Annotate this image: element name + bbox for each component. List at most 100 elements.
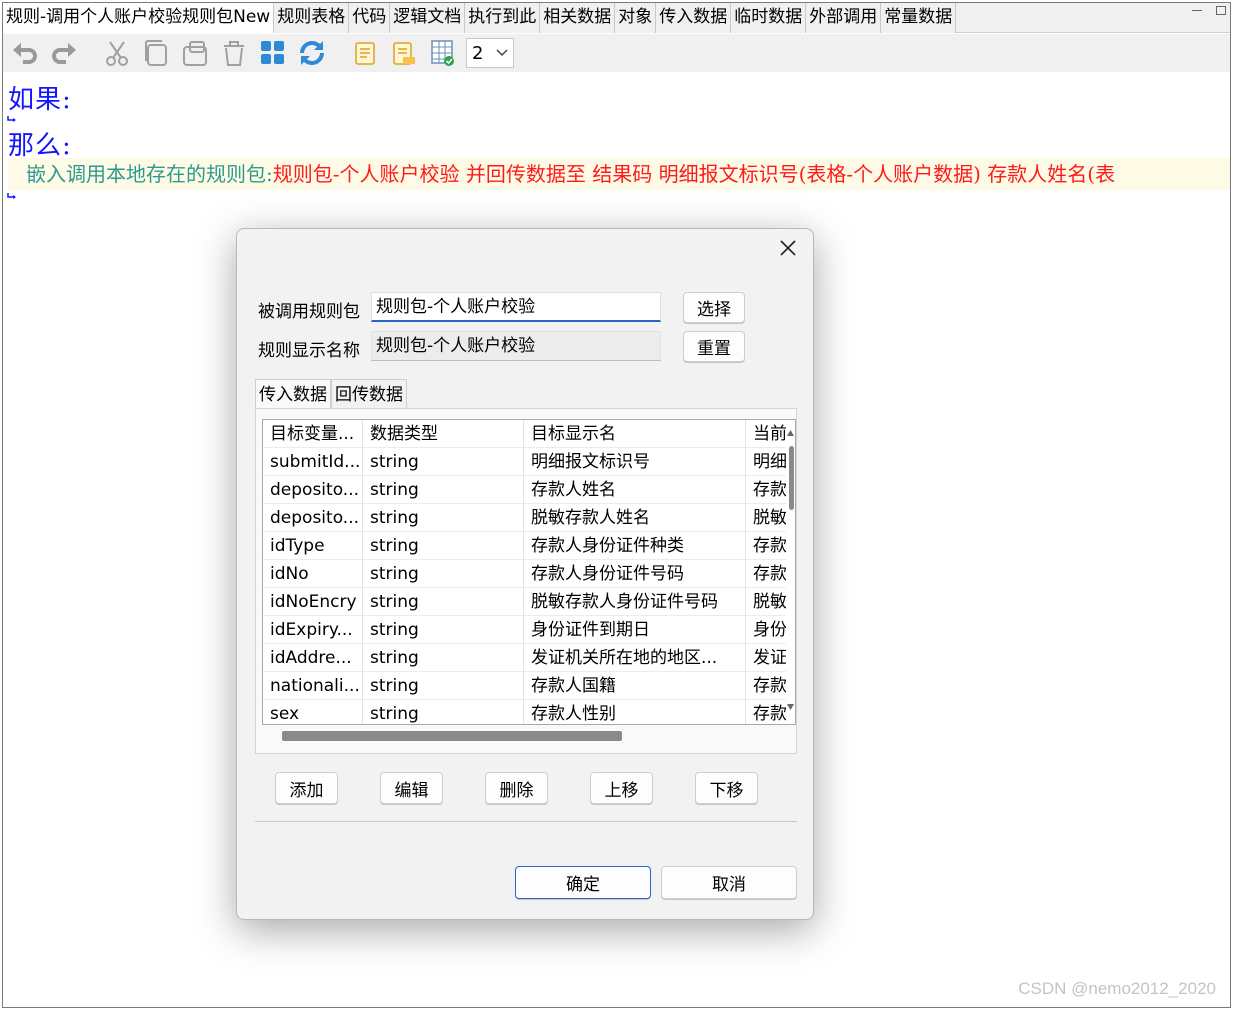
zoom-value: 2: [472, 42, 484, 64]
close-icon[interactable]: [775, 235, 801, 261]
table-row[interactable]: deposito... string 存款人姓名 存款: [263, 476, 786, 504]
table-row[interactable]: sex string 存款人性别 存款: [263, 700, 786, 724]
tab-run-to-here[interactable]: 执行到此: [465, 3, 541, 33]
display-name-cell: 身份证件到期日: [524, 616, 746, 644]
display-name-field[interactable]: 规则包-个人账户校验: [371, 331, 661, 361]
data-type-cell: string: [363, 504, 524, 532]
data-type-cell: string: [363, 588, 524, 616]
apps-icon[interactable]: [253, 36, 292, 70]
maximize-icon[interactable]: [1216, 6, 1226, 15]
action-line[interactable]: 嵌入调用本地存在的规则包:规则包-个人账户校验 并回传数据至 结果码 明细报文标…: [8, 158, 1230, 190]
display-name-cell: 存款人性别: [524, 700, 746, 724]
tab-external-call[interactable]: 外部调用: [806, 3, 882, 33]
display-name-label: 规则显示名称: [258, 341, 360, 361]
table-row[interactable]: idNoEncry string 脱敏存款人身份证件号码 脱敏: [263, 588, 786, 616]
copy-icon[interactable]: [136, 36, 175, 70]
insert-marker-icon[interactable]: [7, 115, 17, 123]
undo-icon[interactable]: [5, 36, 44, 70]
data-type-cell: string: [363, 700, 524, 724]
add-button[interactable]: 添加: [275, 772, 338, 804]
display-name-cell: 脱敏存款人身份证件号码: [524, 588, 746, 616]
data-type-cell: string: [363, 476, 524, 504]
tab-input-data[interactable]: 传入数据: [255, 379, 331, 409]
window-controls: [1192, 3, 1226, 15]
tab-object[interactable]: 对象: [615, 3, 657, 33]
table-row[interactable]: nationali... string 存款人国籍 存款: [263, 672, 786, 700]
scroll-down-icon[interactable]: [787, 704, 794, 710]
horizontal-scroll-thumb[interactable]: [282, 731, 622, 741]
delete-button[interactable]: 删除: [485, 772, 548, 804]
called-package-label: 被调用规则包: [258, 302, 360, 322]
refresh-icon[interactable]: [292, 36, 331, 70]
dialog-divider: [255, 821, 797, 822]
then-keyword[interactable]: 那么:: [8, 125, 72, 162]
tab-code[interactable]: 代码: [349, 3, 391, 33]
current-value-cell: 脱敏: [746, 504, 786, 532]
tab-constant-data[interactable]: 常量数据: [881, 3, 957, 33]
vertical-scroll-thumb[interactable]: [789, 446, 794, 510]
reset-button[interactable]: 重置: [683, 331, 745, 362]
chevron-down-icon: [496, 49, 508, 57]
tab-rule[interactable]: 规则-调用个人账户校验规则包New: [3, 3, 275, 33]
tab-bar: 规则-调用个人账户校验规则包New 规则表格 代码 逻辑文档 执行到此 相关数据…: [3, 3, 1230, 33]
tab-rule-table[interactable]: 规则表格: [274, 3, 350, 33]
call-rule-package-dialog: 被调用规则包 规则包-个人账户校验 选择 规则显示名称 规则包-个人账户校验 重…: [236, 228, 814, 920]
table-row[interactable]: deposito... string 脱敏存款人姓名 脱敏: [263, 504, 786, 532]
tab-related-data[interactable]: 相关数据: [540, 3, 616, 33]
column-header[interactable]: 数据类型: [363, 420, 524, 448]
paste-icon[interactable]: [175, 36, 214, 70]
current-value-cell: 明细: [746, 448, 786, 476]
doc-icon[interactable]: [345, 36, 384, 70]
ok-button[interactable]: 确定: [515, 866, 651, 899]
doc-edit-icon[interactable]: [384, 36, 423, 70]
display-name-cell: 存款人身份证件种类: [524, 532, 746, 560]
toolbar: 2: [3, 34, 1230, 72]
insert-marker-icon[interactable]: [7, 192, 17, 200]
data-type-cell: string: [363, 448, 524, 476]
table-row[interactable]: submitId... string 明细报文标识号 明细: [263, 448, 786, 476]
zoom-select[interactable]: 2: [466, 38, 514, 68]
tab-input-data[interactable]: 传入数据: [656, 3, 732, 33]
vertical-scrollbar[interactable]: [787, 420, 795, 724]
table-row[interactable]: idAddre... string 发证机关所在地的地区... 发证: [263, 644, 786, 672]
display-name-cell: 存款人国籍: [524, 672, 746, 700]
current-value-cell: 存款: [746, 700, 786, 724]
mapping-table[interactable]: 目标变量... 数据类型 目标显示名 当前 submitId... string…: [262, 419, 796, 725]
action-prefix: 嵌入调用本地存在的规则包:: [26, 162, 273, 186]
minimize-icon[interactable]: [1192, 1, 1202, 11]
target-variable-cell: idType: [263, 532, 363, 560]
dialog-titlebar: [237, 229, 813, 265]
column-header[interactable]: 目标显示名: [524, 420, 746, 448]
scroll-up-icon[interactable]: [787, 430, 794, 436]
data-subtabs: 传入数据 回传数据: [255, 379, 407, 409]
if-keyword[interactable]: 如果:: [8, 79, 72, 116]
move-up-button[interactable]: 上移: [590, 772, 653, 804]
column-header[interactable]: 目标变量...: [263, 420, 363, 448]
tab-return-data[interactable]: 回传数据: [331, 379, 407, 409]
select-button[interactable]: 选择: [683, 292, 745, 323]
watermark: CSDN @nemo2012_2020: [1018, 979, 1216, 998]
column-header[interactable]: 当前: [746, 420, 786, 448]
table-row[interactable]: idNo string 存款人身份证件号码 存款: [263, 560, 786, 588]
display-name-cell: 明细报文标识号: [524, 448, 746, 476]
cut-icon[interactable]: [97, 36, 136, 70]
action-text[interactable]: 规则包-个人账户校验 并回传数据至 结果码 明细报文标识号(表格-个人账户数据)…: [273, 162, 1115, 186]
cancel-button[interactable]: 取消: [661, 866, 797, 899]
edit-button[interactable]: 编辑: [380, 772, 443, 804]
table-check-icon[interactable]: [423, 36, 462, 70]
delete-icon[interactable]: [214, 36, 253, 70]
move-down-button[interactable]: 下移: [695, 772, 758, 804]
redo-icon[interactable]: [44, 36, 83, 70]
display-name-cell: 发证机关所在地的地区...: [524, 644, 746, 672]
data-type-cell: string: [363, 644, 524, 672]
table-row[interactable]: idType string 存款人身份证件种类 存款: [263, 532, 786, 560]
tab-temp-data[interactable]: 临时数据: [731, 3, 807, 33]
current-value-cell: 身份: [746, 616, 786, 644]
tab-logic-doc[interactable]: 逻辑文档: [390, 3, 466, 33]
called-package-field[interactable]: 规则包-个人账户校验: [371, 292, 661, 322]
current-value-cell: 存款: [746, 476, 786, 504]
current-value-cell: 发证: [746, 644, 786, 672]
table-header: 目标变量... 数据类型 目标显示名 当前: [263, 420, 786, 448]
table-row[interactable]: idExpiry... string 身份证件到期日 身份: [263, 616, 786, 644]
display-name-cell: 脱敏存款人姓名: [524, 504, 746, 532]
